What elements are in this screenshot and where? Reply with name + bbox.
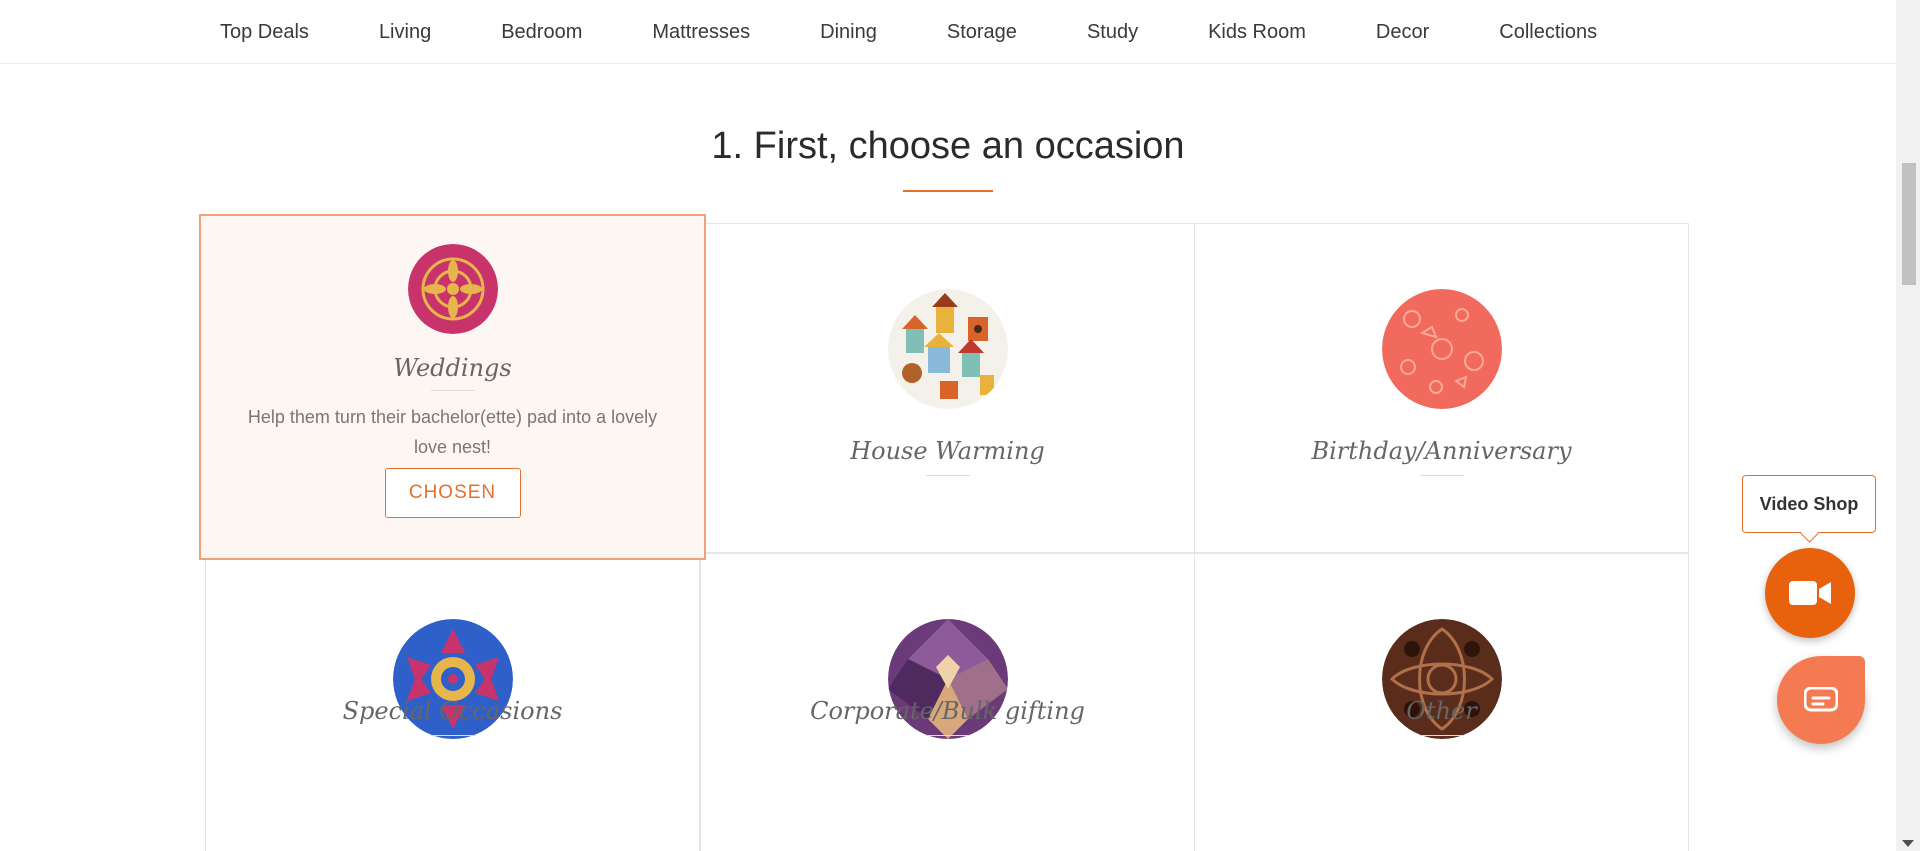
- occasion-name: Special Occasions: [342, 697, 563, 725]
- nav-item-dining[interactable]: Dining: [820, 21, 877, 44]
- occasion-card-birthday-anniversary[interactable]: Birthday/Anniversary: [1194, 223, 1689, 553]
- chat-icon: [1804, 687, 1838, 712]
- occasion-card-special-occasions[interactable]: Special Occasions: [205, 553, 700, 851]
- occasion-card-house-warming[interactable]: House Warming: [700, 223, 1195, 553]
- occasion-name: Birthday/Anniversary: [1311, 437, 1572, 465]
- occasion-name: Weddings: [393, 354, 512, 382]
- title-underline: [903, 190, 993, 192]
- chat-button[interactable]: [1777, 656, 1865, 744]
- video-shop-button[interactable]: [1765, 548, 1855, 638]
- occasion-card-other[interactable]: Other: [1194, 553, 1689, 851]
- nav-item-decor[interactable]: Decor: [1376, 21, 1429, 44]
- occasion-card-weddings[interactable]: Weddings Help them turn their bachelor(e…: [199, 214, 706, 560]
- occasion-name: Corporate/Bulk gifting: [810, 697, 1085, 725]
- birdhouses-pattern-icon: [887, 289, 1008, 409]
- occasion-divider: [1419, 735, 1464, 736]
- occasion-name: House Warming: [850, 437, 1045, 465]
- nav-item-mattresses[interactable]: Mattresses: [652, 21, 750, 44]
- section-title: 1. First, choose an occasion: [711, 125, 1185, 167]
- occasion-divider: [925, 735, 970, 736]
- nav-item-top-deals[interactable]: Top Deals: [220, 21, 309, 44]
- occasion-divider: [1419, 475, 1464, 476]
- video-shop-tooltip: Video Shop: [1742, 475, 1876, 533]
- occasion-divider: [925, 475, 970, 476]
- nav-item-living[interactable]: Living: [379, 21, 431, 44]
- chosen-button[interactable]: CHOSEN: [384, 468, 521, 518]
- nav-item-storage[interactable]: Storage: [947, 21, 1017, 44]
- vertical-scrollbar[interactable]: [1896, 0, 1920, 851]
- video-camera-icon: [1789, 581, 1831, 605]
- occasion-card-corporate-bulk-gifting[interactable]: Corporate/Bulk gifting: [700, 553, 1195, 851]
- nav-item-kids-room[interactable]: Kids Room: [1208, 21, 1306, 44]
- party-pattern-icon: [1381, 289, 1502, 409]
- nav-item-collections[interactable]: Collections: [1499, 21, 1597, 44]
- scroll-down-arrow-icon[interactable]: [1902, 840, 1914, 847]
- occasion-divider: [430, 735, 475, 736]
- occasion-divider: [430, 390, 475, 391]
- category-menu: Top Deals Living Bedroom Mattresses Dini…: [220, 0, 1597, 64]
- occasion-grid: Weddings Help them turn their bachelor(e…: [199, 214, 1689, 851]
- nav-item-bedroom[interactable]: Bedroom: [501, 21, 582, 44]
- wedding-pattern-icon: [407, 244, 498, 334]
- occasion-name: Other: [1406, 697, 1477, 725]
- occasion-description: Help them turn their bachelor(ette) pad …: [247, 407, 658, 457]
- nav-item-study[interactable]: Study: [1087, 21, 1138, 44]
- scrollbar-thumb[interactable]: [1902, 163, 1916, 285]
- top-navigation: Top Deals Living Bedroom Mattresses Dini…: [0, 0, 1896, 64]
